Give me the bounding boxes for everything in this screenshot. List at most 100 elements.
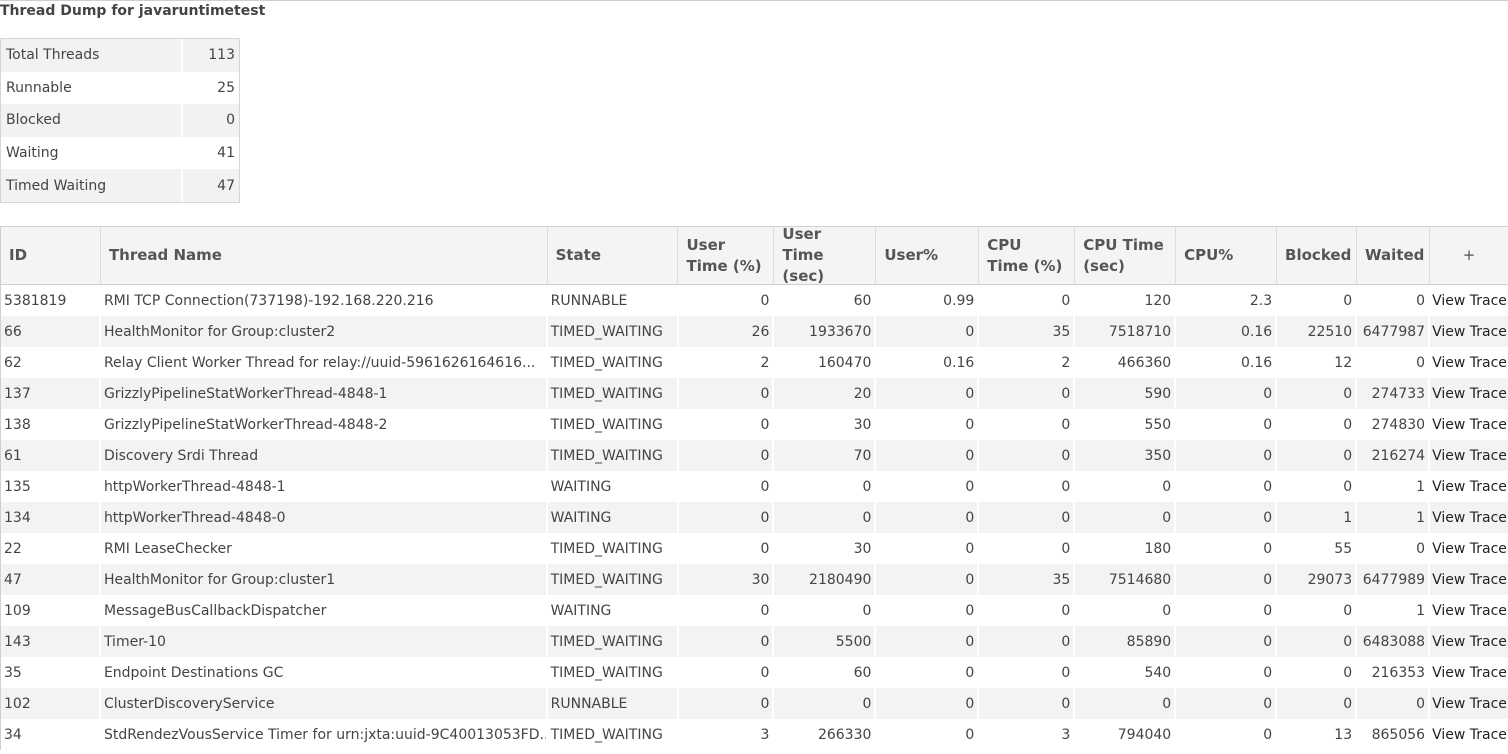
column-header-cpu-pct[interactable]: CPU% (1176, 227, 1278, 284)
summary-value: 113 (181, 39, 239, 72)
cell-cpu-time-sec: 0 (1075, 471, 1177, 502)
cell-cpu-pct: 2.3 (1176, 285, 1278, 316)
view-trace-link[interactable]: View Trace (1430, 316, 1508, 347)
summary-row: Blocked 0 (1, 104, 239, 137)
cell-thread-name: HealthMonitor for Group:cluster1 (101, 564, 548, 595)
cell-cpu-time-sec: 550 (1075, 409, 1177, 440)
view-trace-link[interactable]: View Trace (1430, 409, 1508, 440)
cell-thread-name: Timer-10 (101, 626, 548, 657)
cell-id: 134 (1, 502, 101, 533)
cell-cpu-time-sec: 0 (1075, 595, 1177, 626)
summary-label: Timed Waiting (1, 169, 181, 202)
cell-state: TIMED_WAITING (548, 657, 679, 688)
cell-cpu-pct: 0 (1176, 719, 1278, 750)
view-trace-link[interactable]: View Trace (1430, 378, 1508, 409)
cell-cpu-time-sec: 0 (1075, 502, 1177, 533)
cell-waited: 0 (1357, 285, 1431, 316)
cell-user-pct: 0 (876, 595, 980, 626)
column-header-id[interactable]: ID (1, 227, 101, 284)
column-header-user-time-sec[interactable]: User Time (sec) (774, 225, 877, 285)
column-header-waited[interactable]: Waited (1357, 227, 1431, 284)
cell-user-time-pct: 0 (679, 409, 775, 440)
cell-user-pct: 0 (876, 440, 980, 471)
cell-waited: 6483088 (1357, 626, 1431, 657)
table-row: 34 StdRendezVousService Timer for urn:jxt… (1, 719, 1508, 750)
view-trace-link[interactable]: View Trace (1430, 533, 1508, 564)
cell-cpu-pct: 0 (1176, 533, 1278, 564)
cell-cpu-time-sec: 540 (1075, 657, 1177, 688)
cell-waited: 0 (1357, 347, 1431, 378)
view-trace-link[interactable]: View Trace (1430, 626, 1508, 657)
view-trace-link[interactable]: View Trace (1430, 688, 1508, 719)
table-row: 5381819 RMI TCP Connection(737198)-192.16… (1, 285, 1508, 316)
table-row: 22 RMI LeaseChecker TIMED_WAITING 0 30 0 0 180 0… (1, 533, 1508, 564)
summary-row: Runnable 25 (1, 71, 239, 105)
view-trace-link[interactable]: View Trace (1430, 719, 1508, 750)
cell-state: TIMED_WAITING (548, 626, 679, 657)
cell-thread-name: RMI TCP Connection(737198)-192.168.220.2… (101, 285, 548, 316)
view-trace-link[interactable]: View Trace (1430, 595, 1508, 626)
add-column-button[interactable]: + (1430, 227, 1508, 284)
cell-cpu-time-pct: 2 (979, 347, 1076, 378)
view-trace-link[interactable]: View Trace (1430, 347, 1508, 378)
cell-cpu-pct: 0 (1176, 378, 1278, 409)
table-row: 135 httpWorkerThread-4848-1 WAITING 0 0 0 0 0 0 0… (1, 471, 1508, 502)
column-header-cpu-time-pct[interactable]: CPU Time (%) (979, 227, 1076, 284)
cell-id: 102 (1, 688, 101, 719)
cell-user-time-sec: 20 (774, 378, 877, 409)
cell-user-pct: 0 (876, 533, 980, 564)
cell-user-time-sec: 266330 (774, 719, 877, 750)
cell-state: TIMED_WAITING (548, 440, 679, 471)
column-header-blocked[interactable]: Blocked (1277, 227, 1358, 284)
summary-label: Waiting (6, 145, 59, 162)
cell-id: 34 (1, 719, 101, 750)
view-trace-link[interactable]: View Trace (1430, 564, 1508, 595)
cell-user-time-pct: 0 (679, 440, 775, 471)
cell-state: TIMED_WAITING (548, 316, 679, 347)
column-header-cpu-time-sec[interactable]: CPU Time (sec) (1075, 227, 1177, 284)
cell-blocked: 0 (1277, 378, 1358, 409)
view-trace-link[interactable]: View Trace (1430, 502, 1508, 533)
cell-thread-name: ClusterDiscoveryService (101, 688, 548, 719)
view-trace-link[interactable]: View Trace (1430, 440, 1508, 471)
cell-waited: 216274 (1357, 440, 1431, 471)
cell-cpu-time-sec: 85890 (1075, 626, 1177, 657)
cell-state: TIMED_WAITING (548, 564, 679, 595)
cell-waited: 0 (1357, 688, 1431, 719)
cell-waited: 0 (1357, 533, 1431, 564)
cell-user-time-pct: 30 (679, 564, 775, 595)
column-header-user-time-pct[interactable]: User Time (%) (678, 227, 775, 284)
table-row: 137 GrizzlyPipelineStatWorkerThread-4848-… (1, 378, 1508, 409)
summary-value: 41 (181, 136, 239, 170)
cell-user-time-sec: 1933670 (774, 316, 877, 347)
cell-cpu-time-sec: 7514680 (1075, 564, 1177, 595)
cell-thread-name: MessageBusCallbackDispatcher (101, 595, 548, 626)
column-header-user-pct[interactable]: User% (876, 227, 980, 284)
cell-waited: 1 (1357, 502, 1431, 533)
view-trace-link[interactable]: View Trace (1430, 657, 1508, 688)
view-trace-link[interactable]: View Trace (1430, 471, 1508, 502)
cell-user-time-sec: 160470 (774, 347, 877, 378)
cell-blocked: 13 (1277, 719, 1358, 750)
cell-blocked: 0 (1277, 285, 1358, 316)
summary-row: Timed Waiting 47 (1, 169, 239, 202)
cell-waited: 216353 (1357, 657, 1431, 688)
cell-id: 137 (1, 378, 101, 409)
cell-thread-name: StdRendezVousService Timer for urn:jxta:… (101, 719, 548, 750)
summary-label: Runnable (6, 79, 72, 96)
view-trace-link[interactable]: View Trace (1430, 285, 1508, 316)
cell-user-time-sec: 30 (774, 533, 877, 564)
cell-cpu-time-pct: 0 (979, 595, 1076, 626)
cell-cpu-pct: 0 (1176, 626, 1278, 657)
cell-user-time-pct: 0 (679, 471, 775, 502)
cell-waited: 1 (1357, 471, 1431, 502)
cell-id: 109 (1, 595, 101, 626)
table-row: 35 Endpoint Destinations GC TIMED_WAITING 0… (1, 657, 1508, 688)
threads-table-body: 5381819 RMI TCP Connection(737198)-192.16… (1, 285, 1508, 750)
column-header-thread-name[interactable]: Thread Name (101, 227, 548, 284)
cell-thread-name: Discovery Srdi Thread (101, 440, 548, 471)
cell-user-pct: 0 (876, 564, 980, 595)
threads-table: ID Thread Name State User Time (%) User … (0, 225, 1508, 750)
cell-user-pct: 0 (876, 626, 980, 657)
column-header-state[interactable]: State (548, 227, 679, 284)
